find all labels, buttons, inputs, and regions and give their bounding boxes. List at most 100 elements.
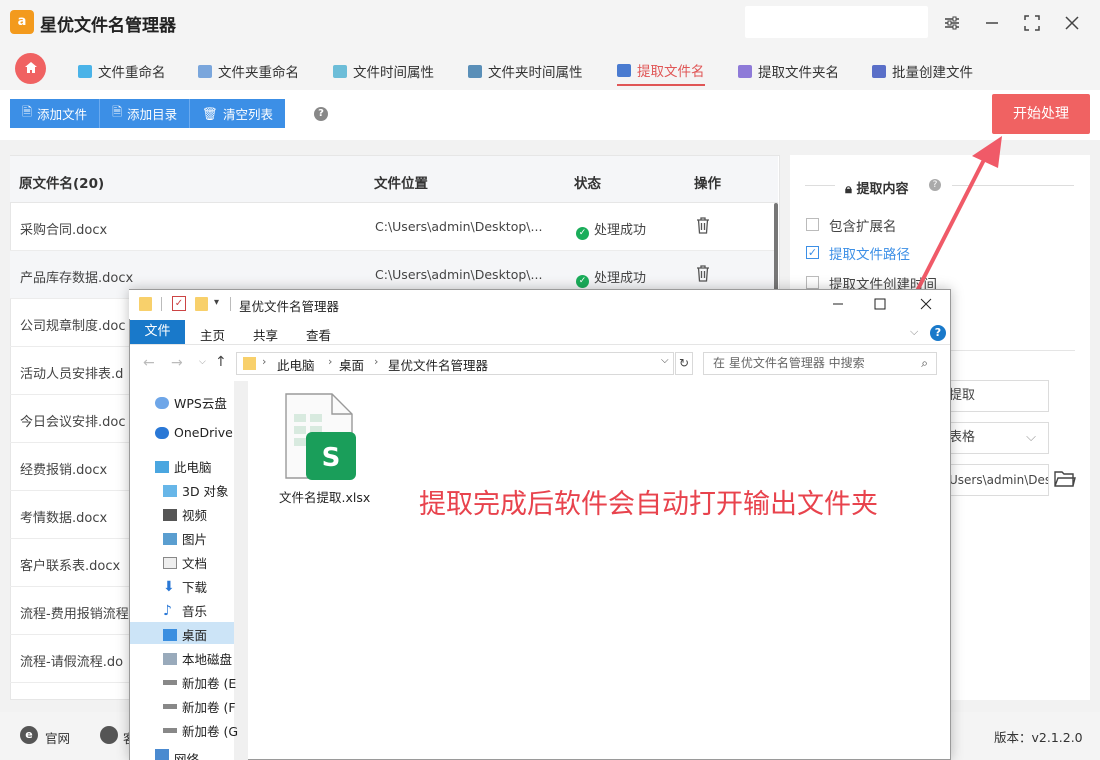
start-button[interactable]: 开始处理 — [992, 94, 1090, 134]
close-icon[interactable] — [1057, 8, 1087, 38]
navigation-scrollbar[interactable] — [234, 381, 248, 760]
file-badge: S — [322, 443, 341, 473]
breadcrumb-this-pc[interactable]: 此电脑 — [277, 355, 315, 374]
extract-mode-field[interactable]: 提取 — [940, 380, 1049, 412]
drive-icon — [163, 728, 177, 733]
row-filename: 产品库存数据.docx — [20, 271, 134, 286]
maximize-icon[interactable] — [1017, 8, 1047, 38]
success-icon: ✓ — [576, 227, 589, 240]
address-dropdown-icon[interactable]: ⌵ — [661, 355, 669, 366]
maximize-icon[interactable] — [868, 292, 892, 316]
nav-music[interactable]: ♪ 音乐 — [163, 601, 207, 620]
ribbon-tab-view[interactable]: 查看 — [306, 325, 331, 344]
add-file-button[interactable]: 🗎 添加文件 — [10, 99, 101, 128]
refresh-icon[interactable]: ↻ — [675, 352, 693, 375]
title-search-box[interactable] — [745, 6, 928, 38]
nav-documents[interactable]: 文档 — [163, 553, 207, 572]
breadcrumb-folder[interactable]: 星优文件名管理器 — [388, 355, 488, 374]
address-bar[interactable]: › 此电脑 › 桌面 › 星优文件名管理器 ⌵ — [236, 352, 674, 375]
tab-file-rename[interactable]: 文件重命名 — [78, 56, 166, 86]
nav-pictures[interactable]: 图片 — [163, 529, 207, 548]
tab-extract-foldername[interactable]: 提取文件夹名 — [738, 56, 839, 86]
nav-this-pc[interactable]: 此电脑 — [155, 457, 212, 476]
xlsx-file-icon[interactable]: S — [284, 392, 356, 480]
minimize-icon[interactable] — [977, 8, 1007, 38]
folder-icon — [243, 357, 256, 370]
nav-onedrive[interactable]: OneDrive — [155, 425, 233, 440]
chat-icon[interactable] — [100, 726, 118, 744]
forward-icon[interactable]: → — [171, 355, 183, 371]
properties-icon[interactable]: ✓ — [172, 296, 186, 311]
header-status: 状态 — [574, 176, 601, 192]
row-filename: 采购合同.docx — [20, 223, 108, 238]
document-icon — [163, 556, 177, 569]
explorer-search-input[interactable]: 在 星优文件名管理器 中搜索 ⌕ — [703, 352, 937, 375]
trash-icon[interactable] — [696, 217, 710, 234]
option-extract-path-checkbox[interactable]: ✓ — [806, 246, 819, 259]
nav-network[interactable]: 网络 — [155, 749, 199, 760]
file-name[interactable]: 文件名提取.xlsx — [279, 487, 370, 506]
home-button[interactable] — [15, 53, 46, 84]
row-status: ✓ 处理成功 — [576, 267, 646, 288]
folder-rename-icon — [198, 64, 212, 78]
tab-extract-filename[interactable]: 提取文件名 — [617, 56, 705, 86]
nav-wps-cloud[interactable]: WPS云盘 — [155, 393, 227, 412]
row-filename: 公司规章制度.doc — [20, 319, 126, 334]
ribbon-tab-share[interactable]: 共享 — [253, 325, 278, 344]
nav-volume-f[interactable]: 新加卷 (F — [163, 697, 236, 716]
output-path-input[interactable]: Users\admin\Des — [940, 464, 1049, 496]
folder-open-icon[interactable] — [1054, 470, 1076, 490]
ribbon-expand-icon[interactable]: ⌵ — [910, 325, 918, 339]
drive-icon — [163, 680, 177, 685]
home-icon — [24, 62, 37, 73]
website-icon[interactable]: e — [20, 726, 38, 744]
new-folder-icon[interactable] — [195, 297, 208, 311]
computer-icon — [155, 460, 169, 473]
close-icon[interactable] — [914, 292, 938, 316]
nav-desktop[interactable]: 桌面 — [163, 625, 207, 644]
tab-batch-create[interactable]: 批量创建文件 — [872, 56, 973, 86]
minimize-icon[interactable] — [826, 292, 850, 316]
cloud-icon — [155, 396, 169, 409]
picture-icon — [163, 532, 177, 545]
website-link[interactable]: 官网 — [45, 728, 70, 747]
folder-time-icon — [468, 64, 482, 78]
back-icon[interactable]: ← — [143, 355, 155, 371]
recent-dropdown-icon[interactable]: ⌵ — [199, 357, 206, 367]
option-include-ext-checkbox[interactable] — [806, 218, 819, 231]
nav-3d-objects[interactable]: 3D 对象 — [163, 481, 229, 500]
desktop-icon — [163, 628, 177, 641]
output-format-select[interactable]: 表格 ⌵ — [940, 422, 1049, 454]
header-location: 文件位置 — [374, 176, 428, 192]
nav-downloads[interactable]: ⬇ 下载 — [163, 577, 207, 596]
extract-filename-icon — [617, 63, 631, 77]
settings-icon[interactable] — [937, 8, 967, 38]
nav-local-disk[interactable]: 本地磁盘 — [163, 649, 232, 668]
clear-list-button[interactable]: 🗑 清空列表 — [190, 99, 286, 128]
option-created-time-checkbox[interactable] — [806, 276, 819, 289]
ribbon-tab-file[interactable]: 文件 — [130, 320, 185, 344]
ribbon-tab-home[interactable]: 主页 — [200, 325, 225, 344]
download-icon: ⬇ — [163, 578, 175, 595]
table-row[interactable]: 采购合同.docx C:\Users\admin\Desktop\... ✓ 处理… — [10, 203, 774, 251]
quick-access-dropdown-icon[interactable]: ▾ — [214, 297, 219, 308]
explorer-title: 星优文件名管理器 — [239, 299, 340, 314]
nav-videos[interactable]: 视频 — [163, 505, 207, 524]
lock-icon: 🔒︎ — [845, 182, 852, 197]
nav-volume-g[interactable]: 新加卷 (G — [163, 721, 238, 740]
help-icon[interactable]: ? — [314, 107, 328, 121]
help-icon[interactable]: ? — [930, 325, 946, 341]
breadcrumb-desktop[interactable]: 桌面 — [339, 355, 364, 374]
add-dir-button[interactable]: 🗎 添加目录 — [100, 99, 191, 128]
nav-volume-e[interactable]: 新加卷 (E — [163, 673, 236, 692]
trash-icon: 🗑 — [202, 105, 219, 121]
chevron-right-icon: › — [262, 355, 267, 368]
tab-file-time[interactable]: 文件时间属性 — [333, 56, 434, 86]
tab-folder-rename[interactable]: 文件夹重命名 — [198, 56, 299, 86]
trash-icon[interactable] — [696, 265, 710, 282]
chevron-right-icon: › — [328, 355, 333, 368]
tab-folder-time[interactable]: 文件夹时间属性 — [468, 56, 583, 86]
cube-icon — [163, 484, 177, 497]
up-icon[interactable]: ↑ — [215, 354, 227, 370]
table-header: 原文件名(20) 文件位置 状态 操作 — [10, 156, 778, 203]
